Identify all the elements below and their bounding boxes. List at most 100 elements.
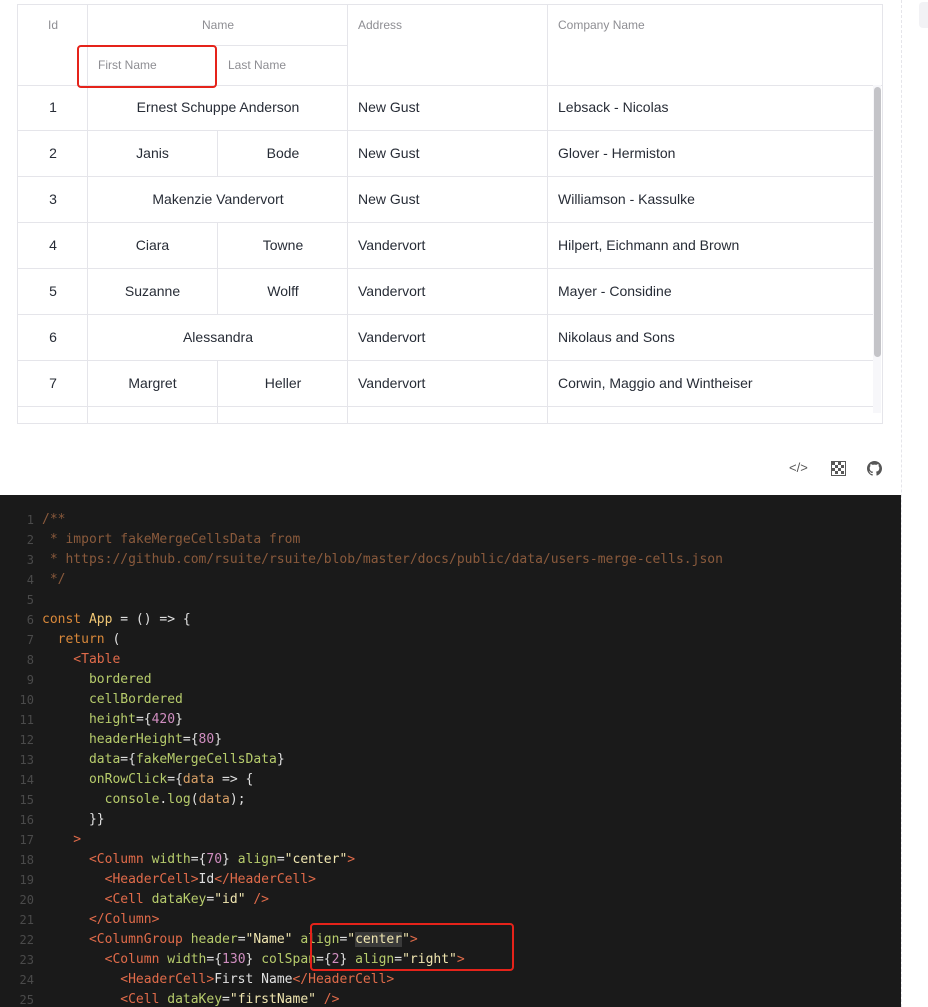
- code-line: /**: [42, 512, 66, 527]
- line-number: 6: [26, 613, 34, 627]
- header-address[interactable]: Address: [358, 18, 548, 32]
- code-line: bordered: [42, 672, 152, 687]
- cell-first-name: Margret: [88, 361, 218, 406]
- github-icon[interactable]: [867, 461, 882, 479]
- cell-company: Hilpert, Eichmann and Brown: [558, 237, 740, 253]
- cell-id: 5: [49, 283, 57, 299]
- header-name-group[interactable]: Name: [88, 18, 348, 32]
- line-number: 2: [26, 533, 34, 547]
- demo-toolbar: </>: [789, 460, 885, 476]
- cell-id: 2: [49, 145, 57, 161]
- cell-address: New Gust: [358, 191, 420, 207]
- cell-id: 1: [49, 99, 57, 115]
- line-number: 18: [19, 853, 34, 867]
- annotation-highlight-first-name: [77, 45, 217, 88]
- cell-full-name: Ernest Schuppe Anderson: [136, 99, 300, 115]
- cell-company: Nikolaus and Sons: [558, 329, 675, 345]
- cell-address: New Gust: [358, 145, 420, 161]
- cell-company: Corwin, Maggio and Wintheiser: [558, 375, 753, 391]
- cell-address: New Gust: [358, 99, 420, 115]
- cell-full-name: Alessandra: [182, 329, 254, 345]
- line-number: 14: [19, 773, 34, 787]
- code-line: console.log(data);: [104, 792, 246, 807]
- annotation-highlight-align-props: [310, 923, 514, 971]
- header-company[interactable]: Company Name: [558, 18, 858, 32]
- code-line: <Cell dataKey="id" />: [104, 892, 270, 907]
- code-line: return (: [57, 632, 121, 647]
- line-number: 3: [26, 553, 34, 567]
- table-demo-panel: Id Name First Name Last Name Address Com…: [0, 0, 901, 495]
- line-number: 19: [19, 873, 34, 887]
- line-number: 16: [19, 813, 34, 827]
- cell-company: Glover - Hermiston: [558, 145, 676, 161]
- header-id[interactable]: Id: [18, 18, 88, 32]
- cell-id: 6: [49, 329, 57, 345]
- code-line: * https://github.com/rsuite/rsuite/blob/…: [42, 552, 723, 567]
- code-line: <HeaderCell>First Name</HeaderCell>: [120, 972, 395, 987]
- line-number: 22: [19, 933, 34, 947]
- cell-last-name: Wolff: [267, 283, 299, 299]
- code-line: <Cell dataKey="firstName" />: [120, 992, 340, 1007]
- line-number: 24: [19, 973, 34, 987]
- cell-last-name: Bode: [266, 145, 300, 161]
- header-last-name[interactable]: Last Name: [228, 58, 348, 72]
- line-number: 23: [19, 953, 34, 967]
- code-line: <Column width={70} align="center">: [88, 852, 356, 867]
- table-row[interactable]: 6 Alessandra Vandervort Nikolaus and Son…: [18, 315, 873, 361]
- table-row[interactable]: 7 Margret Heller Vandervort Corwin, Magg…: [18, 361, 873, 407]
- cell-id: 3: [49, 191, 57, 207]
- cell-company: Lebsack - Nicolas: [558, 99, 669, 115]
- cell-address: Vandervort: [358, 329, 426, 345]
- cell-last-name: Towne: [262, 237, 304, 253]
- line-number: 4: [26, 573, 34, 587]
- table-row[interactable]: 5 Suzanne Wolff Vandervort Mayer - Consi…: [18, 269, 873, 315]
- code-line: data={fakeMergeCellsData}: [88, 752, 285, 767]
- grid-icon[interactable]: [831, 461, 846, 479]
- code-line: * import fakeMergeCellsData from: [42, 532, 301, 547]
- line-number: 20: [19, 893, 34, 907]
- code-line: </Column>: [42, 912, 160, 927]
- line-number: 7: [26, 633, 34, 647]
- line-number: 12: [19, 733, 34, 747]
- line-number: 15: [19, 793, 34, 807]
- line-number: 17: [19, 833, 34, 847]
- line-number: 11: [19, 713, 34, 727]
- code-line: const App = () => {: [42, 612, 191, 627]
- cell-address: Vandervort: [358, 283, 426, 299]
- code-line: <HeaderCell>Id</HeaderCell>: [104, 872, 316, 887]
- code-line: headerHeight={80}: [88, 732, 223, 747]
- code-line: }}: [42, 812, 105, 827]
- cell-address: Vandervort: [358, 237, 426, 253]
- line-number: 10: [19, 693, 34, 707]
- line-number: 9: [26, 673, 34, 687]
- cell-company: Williamson - Kassulke: [558, 191, 695, 207]
- line-number: 8: [26, 653, 34, 667]
- cell-full-name: Makenzie Vandervort: [152, 191, 284, 207]
- line-number: 25: [19, 993, 34, 1007]
- cell-first-name: Ciara: [88, 223, 218, 268]
- table-row[interactable]: 2 Janis Bode New Gust Glover - Hermiston: [18, 131, 873, 177]
- table-row[interactable]: 1 Ernest Schuppe Anderson New Gust Lebsa…: [18, 85, 873, 131]
- cell-first-name: Janis: [88, 131, 218, 176]
- cell-company: Mayer - Considine: [558, 283, 672, 299]
- cell-address: Vandervort: [358, 375, 426, 391]
- cell-id: 4: [49, 237, 57, 253]
- right-gutter: [901, 0, 928, 1007]
- code-line: */: [42, 572, 66, 587]
- code-line: <Table: [42, 652, 121, 667]
- cell-last-name: Heller: [264, 375, 302, 391]
- line-number: 5: [26, 593, 34, 607]
- line-number: 1: [26, 513, 34, 527]
- code-icon[interactable]: </>: [789, 460, 808, 475]
- line-number: 13: [19, 753, 34, 767]
- table-row[interactable]: 3 Makenzie Vandervort New Gust Williamso…: [18, 177, 873, 223]
- table-row[interactable]: 4 Ciara Towne Vandervort Hilpert, Eichma…: [18, 223, 873, 269]
- code-line: onRowClick={data => {: [88, 772, 254, 787]
- cell-first-name: Suzanne: [88, 269, 218, 314]
- code-line: height={420}: [88, 712, 183, 727]
- line-number: 21: [19, 913, 34, 927]
- table-row[interactable]: [18, 407, 873, 423]
- code-line: cellBordered: [42, 692, 183, 707]
- vertical-scrollbar-thumb[interactable]: [874, 87, 881, 357]
- cell-id: 7: [49, 375, 57, 391]
